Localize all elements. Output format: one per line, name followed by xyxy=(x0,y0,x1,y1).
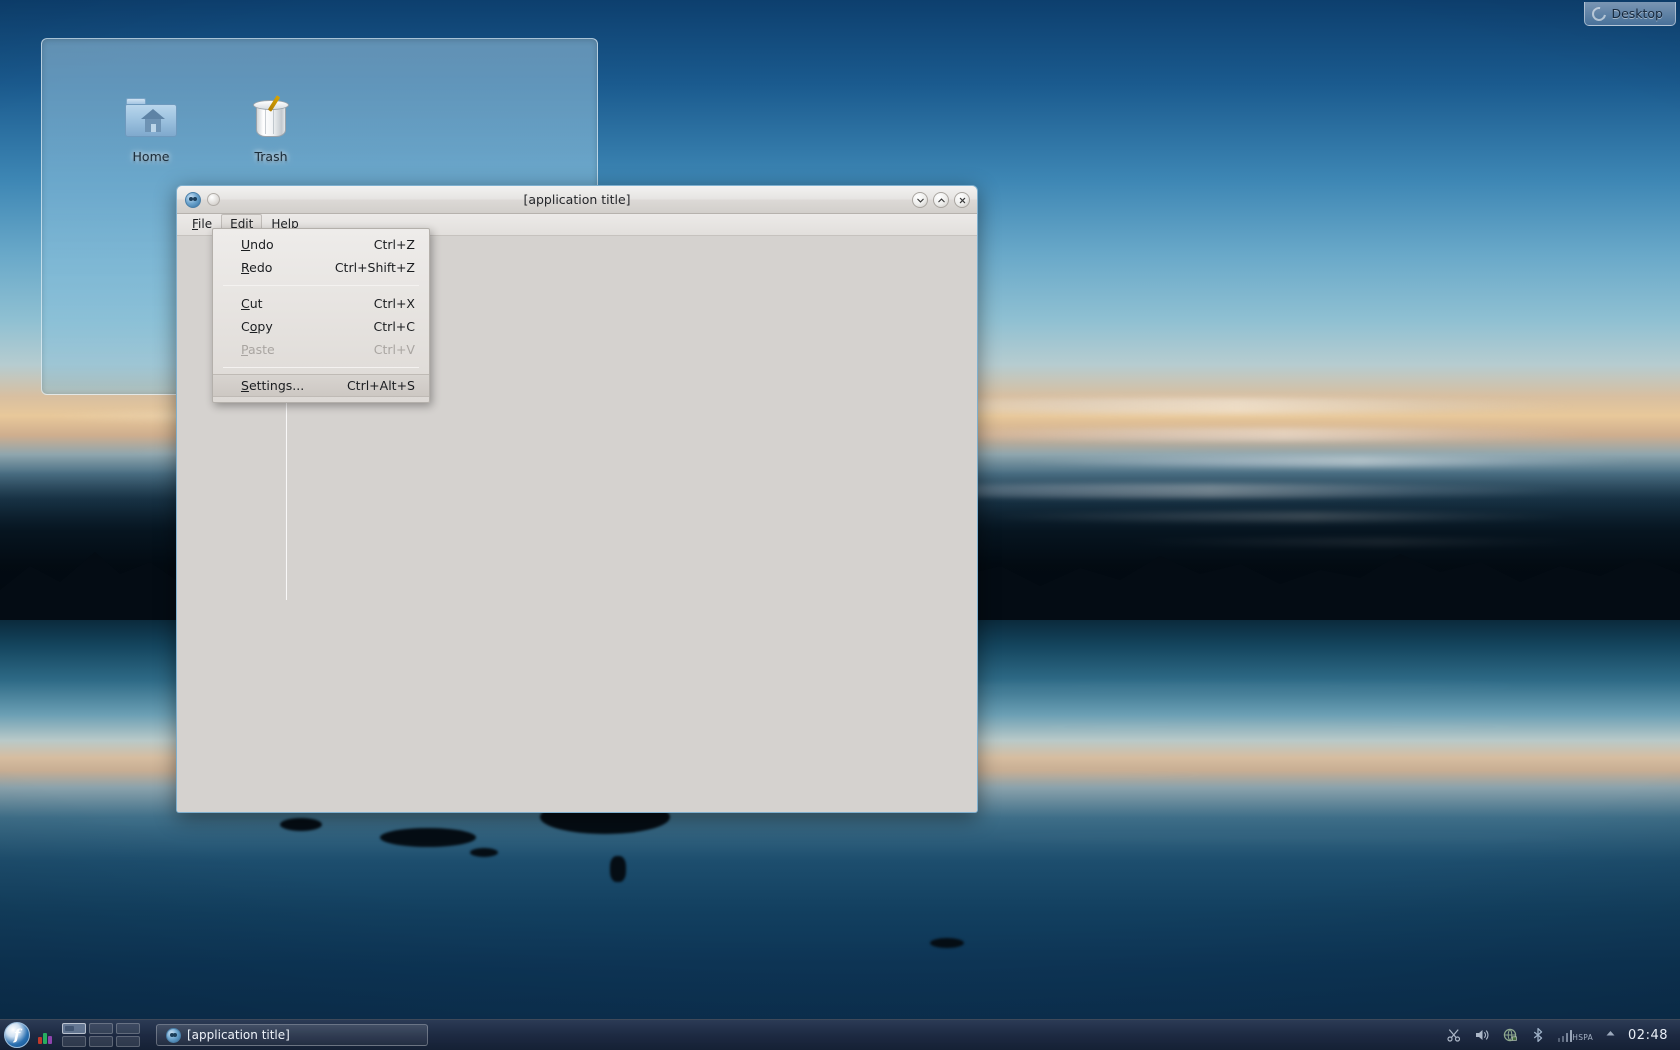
menu-item-copy-accel: Ctrl+C xyxy=(373,319,415,334)
signal-label: HSPA xyxy=(1572,1033,1594,1042)
desktop-toolbox-label: Desktop xyxy=(1611,6,1663,21)
window-title: [application title] xyxy=(523,192,631,207)
cashew-icon xyxy=(1589,4,1610,24)
pager-cell[interactable] xyxy=(89,1023,113,1034)
desktop-icon-home[interactable]: Home xyxy=(105,89,197,164)
menu-item-redo[interactable]: Redo Ctrl+Shift+Z xyxy=(213,256,429,279)
menubar-file-label: ile xyxy=(198,217,213,231)
application-icon xyxy=(185,191,201,208)
task-button-application[interactable]: [application title] xyxy=(156,1024,428,1046)
maximize-button[interactable] xyxy=(933,192,949,208)
klipper-icon[interactable] xyxy=(1446,1027,1463,1044)
menu-item-paste-label: Paste xyxy=(241,342,275,357)
menu-separator xyxy=(223,285,419,286)
signal-icon[interactable]: HSPA xyxy=(1557,1028,1594,1042)
kickoff-launcher-glyph: f xyxy=(13,1026,21,1044)
menu-item-cut-accel: Ctrl+X xyxy=(373,296,415,311)
desktop-icon-home-label: Home xyxy=(132,149,170,164)
system-tray[interactable]: HSPA 02:48 xyxy=(1446,1027,1676,1044)
chevron-down-icon xyxy=(916,198,924,203)
desktop-toolbox-button[interactable]: Desktop xyxy=(1584,2,1676,26)
menu-item-paste-accel: Ctrl+V xyxy=(373,342,415,357)
menu-item-undo-label: Undo xyxy=(241,237,274,252)
menu-item-cut-label: Cut xyxy=(241,296,263,311)
menu-item-paste: Paste Ctrl+V xyxy=(213,338,429,361)
menu-item-undo[interactable]: Undo Ctrl+Z xyxy=(213,233,429,256)
pager-cell[interactable] xyxy=(62,1023,86,1034)
menu-separator xyxy=(223,367,419,368)
taskbar-clock[interactable]: 02:48 xyxy=(1628,1028,1668,1043)
menu-item-settings-label: Settings... xyxy=(241,378,305,393)
close-icon xyxy=(959,197,965,203)
menu-item-settings-accel: Ctrl+Alt+S xyxy=(346,378,415,393)
taskbar[interactable]: f [application title] HSPA 02:48 xyxy=(0,1019,1680,1050)
volume-icon[interactable] xyxy=(1474,1027,1491,1044)
signal-bars xyxy=(1557,1028,1573,1042)
pager-cell[interactable] xyxy=(62,1036,86,1047)
network-icon[interactable] xyxy=(1502,1027,1519,1044)
menu-item-undo-accel: Ctrl+Z xyxy=(373,237,415,252)
application-icon xyxy=(166,1027,181,1043)
trash-icon xyxy=(243,89,299,145)
pin-button[interactable] xyxy=(207,193,220,206)
home-folder-icon xyxy=(123,89,179,145)
show-hidden-icon[interactable] xyxy=(1604,1027,1617,1044)
task-button-label: [application title] xyxy=(187,1028,290,1042)
chevron-up-icon xyxy=(937,197,945,202)
edit-dropdown-menu[interactable]: Undo Ctrl+Z Redo Ctrl+Shift+Z Cut Ctrl+X… xyxy=(212,228,430,403)
pager-cell[interactable] xyxy=(89,1036,113,1047)
menu-item-redo-accel: Ctrl+Shift+Z xyxy=(334,260,415,275)
device-notifier-icon[interactable] xyxy=(36,1026,54,1044)
bluetooth-icon[interactable] xyxy=(1530,1027,1547,1044)
desktop[interactable]: Desktop Home Trash [application title] F… xyxy=(0,0,1680,1050)
menu-item-redo-label: Redo xyxy=(241,260,273,275)
window-titlebar[interactable]: [application title] xyxy=(177,186,977,214)
desktop-icon-trash[interactable]: Trash xyxy=(225,89,317,164)
pager-cell[interactable] xyxy=(116,1036,140,1047)
menu-item-settings[interactable]: Settings... Ctrl+Alt+S xyxy=(213,374,429,397)
kickoff-launcher-button[interactable]: f xyxy=(4,1022,30,1048)
menu-item-copy[interactable]: Copy Ctrl+C xyxy=(213,315,429,338)
menu-item-cut[interactable]: Cut Ctrl+X xyxy=(213,292,429,315)
pager-cell[interactable] xyxy=(116,1023,140,1034)
close-button[interactable] xyxy=(954,192,970,208)
menu-item-copy-label: Copy xyxy=(241,319,273,334)
desktop-icon-trash-label: Trash xyxy=(254,149,288,164)
minimize-button[interactable] xyxy=(912,192,928,208)
desktop-pager[interactable] xyxy=(62,1023,140,1047)
